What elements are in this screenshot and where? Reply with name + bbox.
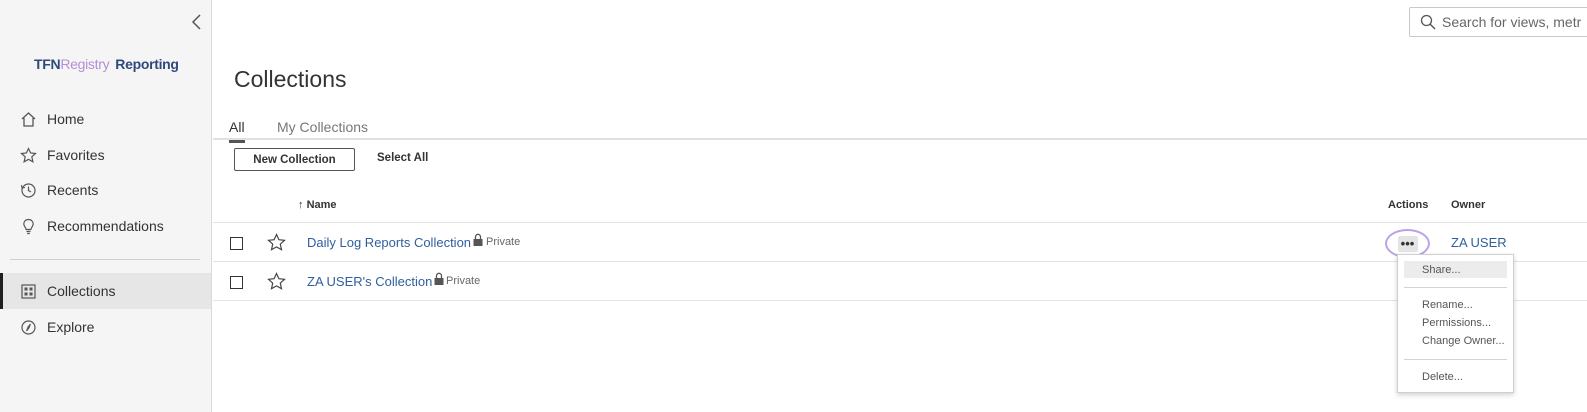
actions-column-header: Actions	[1388, 199, 1429, 211]
table-row: ZA USER's Collection Private	[213, 262, 1587, 301]
privacy-label: Private	[446, 275, 481, 287]
menu-divider	[1404, 359, 1507, 360]
sidebar-item-label: Recents	[47, 182, 99, 198]
sidebar-item-explore[interactable]: Explore	[0, 309, 211, 345]
menu-item-delete[interactable]: Delete...	[1404, 368, 1507, 385]
collections-icon	[21, 283, 36, 299]
sidebar-item-home[interactable]: Home	[0, 101, 211, 137]
owner-column-header[interactable]: Owner	[1451, 199, 1485, 211]
home-icon	[21, 111, 36, 127]
owner-link[interactable]: ZA USER	[1451, 235, 1507, 250]
privacy-label: Private	[486, 236, 521, 248]
row-checkbox[interactable]	[230, 276, 243, 289]
menu-item-permissions[interactable]: Permissions...	[1404, 314, 1507, 331]
sidebar-item-label: Recommendations	[47, 218, 164, 234]
table-row: Daily Log Reports Collection Private ZA …	[213, 223, 1587, 262]
actions-menu: Share... Rename... Permissions... Change…	[1397, 254, 1514, 393]
sidebar-item-label: Explore	[47, 319, 95, 335]
select-all-button[interactable]: Select All	[377, 152, 428, 164]
new-collection-button[interactable]: New Collection	[234, 148, 355, 171]
row-checkbox[interactable]	[230, 237, 243, 250]
sidebar-item-label: Collections	[47, 283, 116, 299]
menu-item-rename[interactable]: Rename...	[1404, 296, 1507, 313]
star-icon	[20, 146, 37, 163]
sidebar-item-recommendations[interactable]: Recommendations	[0, 208, 211, 244]
name-header-label: Name	[306, 199, 337, 211]
collection-name-link[interactable]: Daily Log Reports Collection	[307, 235, 471, 250]
app-logo[interactable]: TFNRegistry Reporting	[34, 56, 179, 72]
lock-icon	[473, 233, 483, 246]
tab-my-collections[interactable]: My Collections	[277, 119, 368, 140]
more-options-icon: •••	[1397, 235, 1418, 252]
sidebar-item-collections[interactable]: Collections	[0, 273, 211, 309]
search-box[interactable]	[1409, 7, 1587, 37]
search-icon	[1420, 14, 1436, 30]
clock-icon	[20, 182, 36, 198]
sidebar-item-label: Favorites	[47, 147, 105, 163]
compass-icon	[21, 319, 36, 335]
sidebar-item-favorites[interactable]: Favorites	[0, 137, 211, 173]
menu-item-share[interactable]: Share...	[1404, 261, 1507, 278]
favorite-star-icon[interactable]	[267, 233, 286, 252]
favorite-star-icon[interactable]	[267, 272, 286, 291]
sidebar-item-recents[interactable]: Recents	[0, 172, 211, 208]
menu-item-change-owner[interactable]: Change Owner...	[1404, 332, 1507, 349]
lightbulb-icon	[23, 218, 34, 234]
lock-icon	[434, 272, 444, 285]
tab-bar: All My Collections	[213, 116, 1587, 143]
name-column-header[interactable]: ↑ Name	[298, 199, 337, 211]
search-input[interactable]	[1442, 14, 1587, 30]
sidebar-divider	[10, 259, 200, 260]
tab-all[interactable]: All	[229, 119, 245, 143]
collapse-sidebar-icon[interactable]	[189, 12, 205, 32]
page-title: Collections	[234, 66, 347, 92]
sidebar-item-label: Home	[47, 111, 85, 127]
sort-ascending-icon: ↑	[298, 199, 304, 211]
collection-name-link[interactable]: ZA USER's Collection	[307, 274, 432, 289]
sidebar: TFNRegistry Reporting Home Favorites Rece…	[0, 0, 212, 412]
menu-divider	[1404, 287, 1507, 288]
